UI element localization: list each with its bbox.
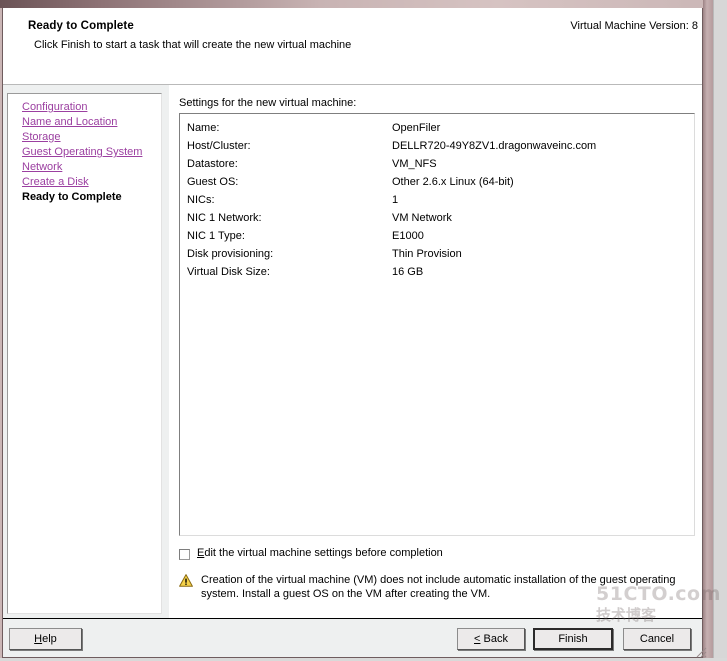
page-title: Ready to Complete: [28, 20, 134, 32]
settings-row: NIC 1 Type: E1000: [180, 230, 694, 248]
warning-triangle-icon: [179, 574, 193, 587]
settings-row-label: Disk provisioning:: [187, 248, 274, 260]
settings-row-value: 1: [392, 194, 399, 206]
settings-row-label: Name:: [187, 122, 220, 134]
settings-row-label: Host/Cluster:: [187, 140, 251, 152]
wizard-step-list: Configuration Name and Location Storage Gue…: [7, 93, 162, 614]
edit-settings-label[interactable]: Edit the virtual machine settings before…: [197, 547, 443, 559]
settings-row-value: DELLR720-49Y8ZV1.dragonwaveinc.com: [392, 140, 597, 152]
wizard-header: Ready to Complete Click Finish to start …: [3, 8, 702, 84]
settings-row-value: VM Network: [392, 212, 452, 224]
settings-row-label: NICs:: [187, 194, 215, 206]
settings-row-label: NIC 1 Network:: [187, 212, 262, 224]
settings-row: NICs: 1: [180, 194, 694, 212]
settings-row: Guest OS: Other 2.6.x Linux (64-bit): [180, 176, 694, 194]
back-button[interactable]: < Back: [457, 628, 525, 650]
settings-row-value: OpenFiler: [392, 122, 441, 134]
finish-button[interactable]: Finish: [533, 628, 613, 650]
resize-grip[interactable]: [693, 644, 707, 658]
desktop-background: [713, 0, 727, 658]
settings-row-value: 16 GB: [392, 266, 424, 278]
settings-row-label: NIC 1 Type:: [187, 230, 245, 242]
edit-settings-checkbox[interactable]: [179, 549, 190, 560]
settings-row-label: Virtual Disk Size:: [187, 266, 270, 278]
sidebar-item-create-a-disk[interactable]: Create a Disk: [22, 176, 89, 188]
wizard-footer: Help < Back Finish Cancel: [3, 618, 702, 657]
settings-row: Disk provisioning: Thin Provision: [180, 248, 694, 266]
sidebar-item-guest-operating-system[interactable]: Guest Operating System: [22, 146, 142, 158]
wizard-client-area: Ready to Complete Click Finish to start …: [2, 8, 707, 658]
cancel-button[interactable]: Cancel: [623, 628, 691, 650]
settings-row-label: Datastore:: [187, 158, 238, 170]
window-right-edge: [703, 0, 713, 658]
window-titlebar-strip: [0, 0, 711, 8]
sidebar-item-ready-to-complete: Ready to Complete: [22, 191, 122, 203]
vm-wizard-window: Ready to Complete Click Finish to start …: [0, 0, 727, 658]
help-button[interactable]: Help: [9, 628, 82, 650]
sidebar-item-network[interactable]: Network: [22, 161, 62, 173]
vm-version-label: Virtual Machine Version: 8: [570, 20, 698, 32]
sidebar-item-storage[interactable]: Storage: [22, 131, 61, 143]
settings-row: Datastore: VM_NFS: [180, 158, 694, 176]
settings-row-value: VM_NFS: [392, 158, 437, 170]
settings-row: Host/Cluster: DELLR720-49Y8ZV1.dragonwave…: [180, 140, 694, 158]
settings-row-label: Guest OS:: [187, 176, 239, 188]
wizard-body: Configuration Name and Location Storage Gue…: [3, 85, 702, 618]
settings-row-value: Thin Provision: [392, 248, 462, 260]
settings-row-value: Other 2.6.x Linux (64-bit): [392, 176, 514, 188]
settings-row: NIC 1 Network: VM Network: [180, 212, 694, 230]
sidebar-item-name-and-location[interactable]: Name and Location: [22, 116, 117, 128]
wizard-main-pane: Settings for the new virtual machine: Na…: [169, 85, 702, 618]
settings-row-value: E1000: [392, 230, 424, 242]
settings-row: Virtual Disk Size: 16 GB: [180, 266, 694, 284]
settings-summary-box: Name: OpenFiler Host/Cluster: DELLR720-49Y8…: [179, 113, 695, 536]
sidebar-item-configuration[interactable]: Configuration: [22, 101, 87, 113]
settings-row: Name: OpenFiler: [180, 122, 694, 140]
warning-text: Creation of the virtual machine (VM) doe…: [201, 574, 676, 600]
page-subtitle: Click Finish to start a task that will c…: [34, 39, 352, 51]
settings-section-label: Settings for the new virtual machine:: [179, 97, 357, 109]
